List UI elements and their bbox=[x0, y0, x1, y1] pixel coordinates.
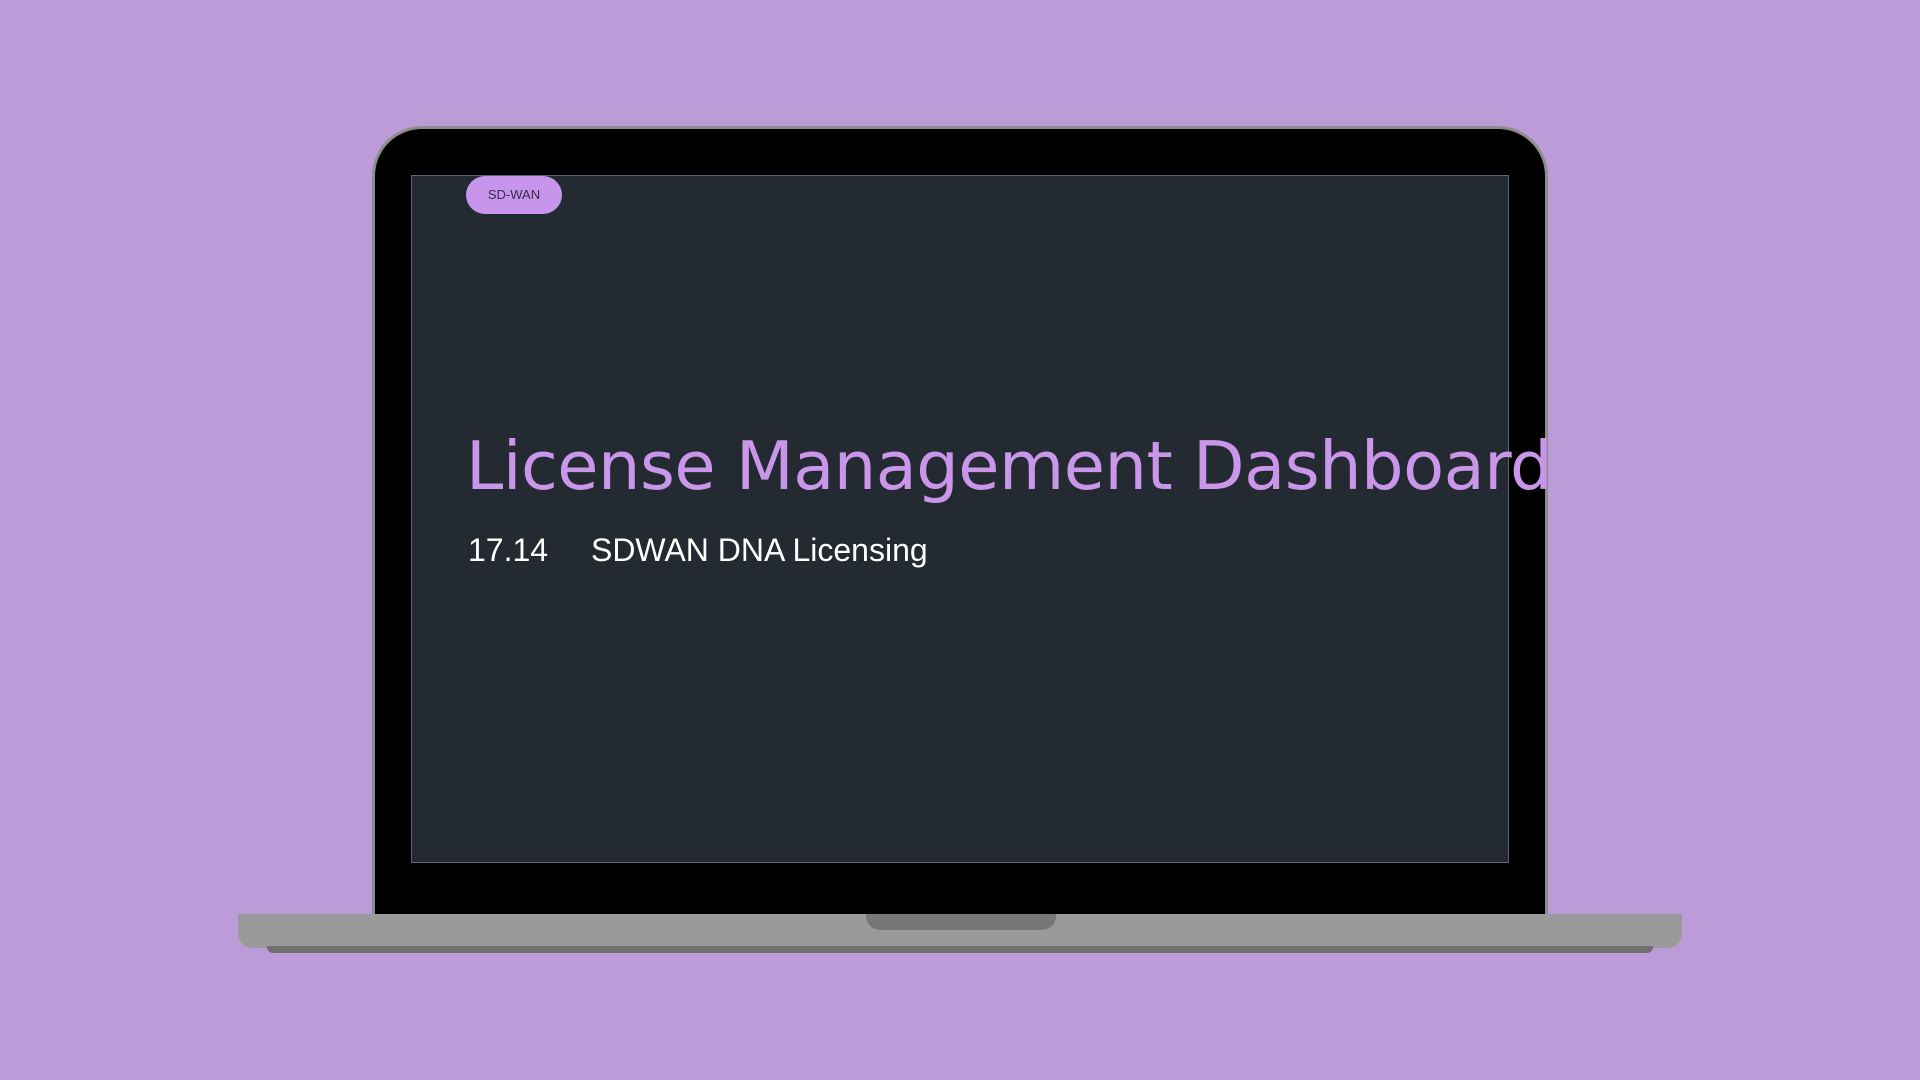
laptop-notch bbox=[866, 914, 1056, 930]
category-tag: SD-WAN bbox=[466, 176, 562, 214]
version-label: 17.14 bbox=[468, 532, 549, 568]
product-label: SDWAN DNA Licensing bbox=[590, 532, 928, 568]
laptop-screen: SD-WAN License Management Dashboard 17.1… bbox=[411, 175, 1553, 863]
laptop-base-shadow bbox=[267, 946, 1653, 953]
subtitle-row: 17.14 SDWAN DNA Licensing bbox=[468, 530, 928, 570]
laptop-base bbox=[238, 914, 1682, 948]
page-title: License Management Dashboard bbox=[466, 427, 1553, 505]
